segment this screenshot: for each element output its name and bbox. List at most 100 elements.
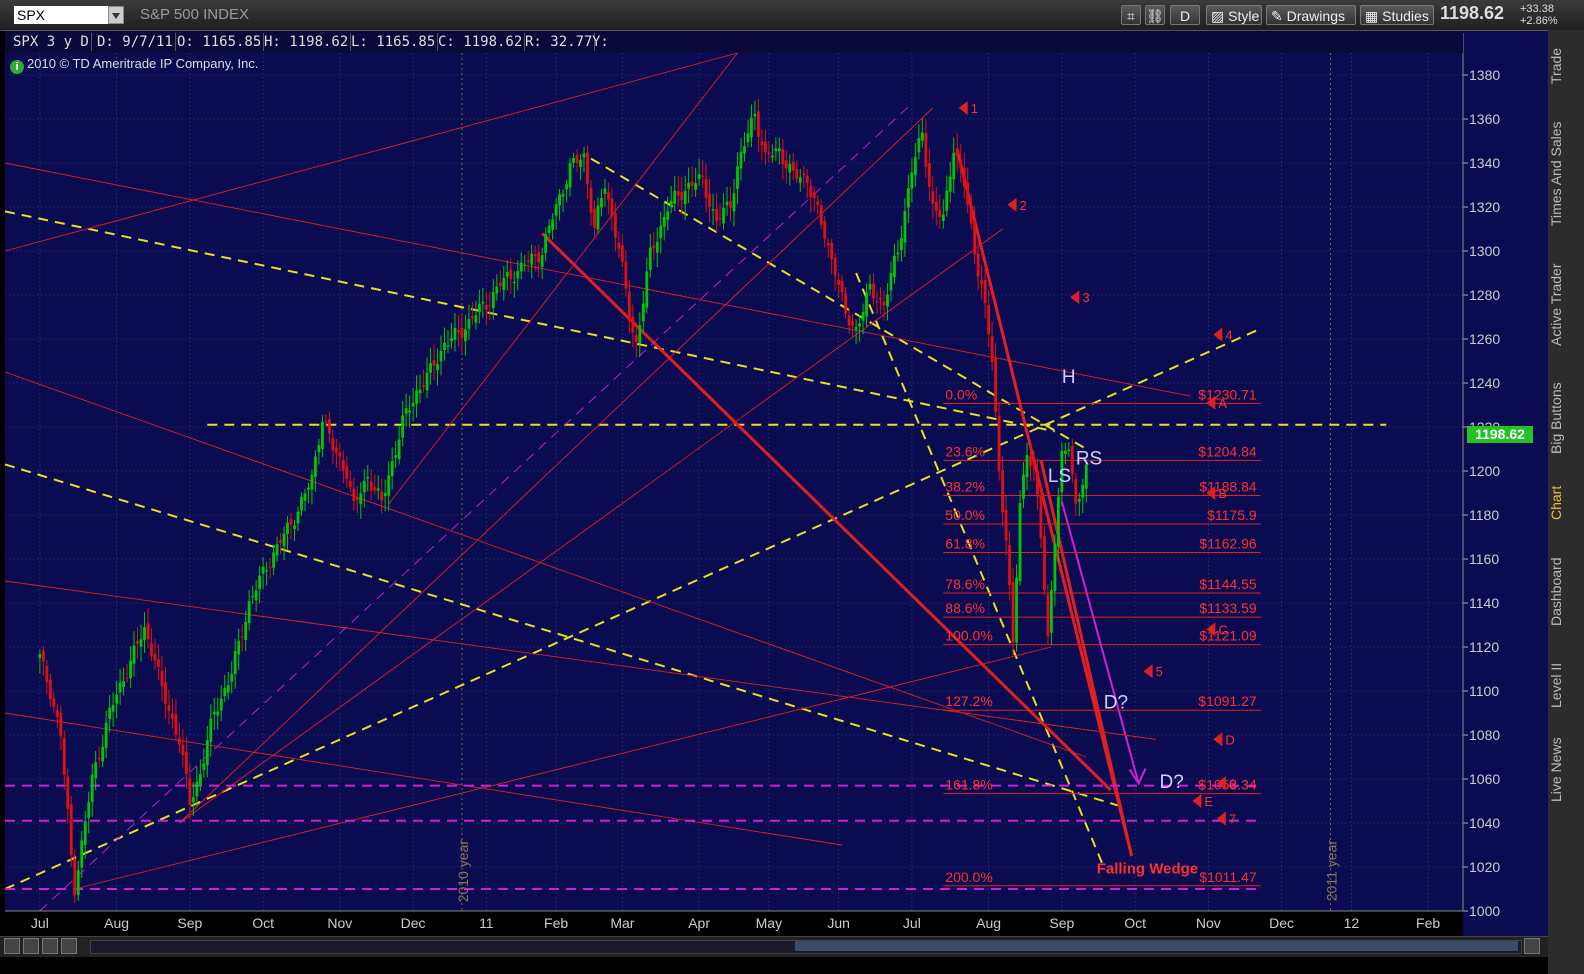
wave-marker-label: D [1225, 732, 1234, 747]
fib-percent-label: 78.6% [945, 576, 985, 592]
candle-body [798, 177, 802, 183]
price-chart[interactable]: 2010 year 2011 year 0.0% $1230.71 23.6% $120… [0, 0, 1548, 936]
candle-body [1029, 456, 1032, 467]
scrollbar-thumb[interactable] [795, 941, 1518, 951]
candle-body [704, 179, 708, 199]
candle-body [875, 301, 879, 303]
candle-body [73, 858, 77, 896]
style-label: Style [1228, 8, 1260, 24]
candle-body [429, 363, 432, 373]
fib-price-label: $1011.47 [1199, 869, 1257, 885]
x-tick-label: Feb [544, 915, 568, 931]
style-button[interactable]: ▨ Style [1206, 5, 1262, 25]
candle-body [858, 323, 861, 327]
wave-marker-label: 7 [1229, 812, 1236, 827]
symbol-input[interactable]: SPX [14, 6, 108, 24]
info-bar: SPX 3 y D D: 9/7/11 O: 1165.85 H: 1198.6… [5, 31, 1463, 53]
candle-body [795, 168, 799, 179]
chart-annotation: Falling Wedge [1097, 861, 1198, 878]
tab-live-news[interactable]: Live News [1548, 730, 1584, 810]
x-tick-label: Mar [610, 915, 634, 931]
candle-body [697, 174, 701, 180]
candle-body [69, 804, 73, 855]
candle-body [1074, 479, 1078, 504]
candle-body [230, 674, 234, 682]
candle-body [994, 357, 998, 412]
symbol-dropdown-button[interactable] [108, 6, 124, 24]
tab-active-trader[interactable]: Active Trader [1548, 252, 1584, 358]
wave-marker-label: 4 [1225, 328, 1232, 343]
tab-level-ii[interactable]: Level II [1548, 652, 1584, 718]
y-tick-label: 1180 [1469, 507, 1499, 523]
candle-body [830, 242, 834, 259]
tab-big-buttons[interactable]: Big Buttons [1548, 370, 1584, 466]
x-tick-label: Jun [827, 915, 850, 931]
fib-price-label: $1133.59 [1199, 600, 1257, 616]
candle-body [927, 163, 931, 187]
candle-body [125, 677, 129, 679]
tab-trade[interactable]: Trade [1548, 38, 1584, 94]
candle-body [244, 622, 248, 641]
x-tick-label: Oct [252, 915, 274, 931]
candle-body [209, 718, 213, 743]
period-button[interactable]: D [1170, 5, 1200, 25]
candle-body [509, 269, 513, 279]
tab-times-and-sales[interactable]: Times And Sales [1548, 108, 1584, 240]
candle-body [784, 160, 788, 169]
year-label: 2010 year [455, 840, 471, 903]
candle-body [736, 166, 739, 190]
candle-body [1008, 544, 1011, 586]
candle-body [924, 133, 928, 167]
candle-body [453, 328, 457, 340]
copyright-notice: i 2010 © TD Ameritrade IP Company, Inc. [10, 56, 258, 74]
y-tick-label: 1000 [1469, 903, 1500, 919]
candle-body [540, 255, 544, 267]
candle-body [59, 712, 63, 737]
candle-body [293, 525, 296, 530]
candle-body [655, 241, 659, 253]
candle-body [739, 151, 743, 169]
drawings-button[interactable]: ✎ Drawings [1266, 5, 1356, 25]
candle-body [310, 474, 314, 490]
fib-percent-label: 200.0% [945, 869, 992, 885]
info-y: Y: [592, 34, 609, 50]
grid-icon[interactable] [4, 938, 20, 954]
y-tick-label: 1060 [1469, 771, 1500, 787]
zoom-in-icon[interactable] [23, 938, 39, 954]
info-icon[interactable]: i [10, 60, 24, 74]
studies-label: Studies [1382, 8, 1429, 24]
candle-body [216, 711, 220, 716]
studies-icon: ▦ [1365, 8, 1379, 24]
studies-button[interactable]: ▦ Studies [1360, 5, 1434, 25]
candle-body [52, 698, 56, 707]
candle-body [104, 722, 108, 748]
candle-body [258, 575, 262, 589]
wave-marker-label: B [1218, 486, 1227, 501]
fib-percent-label: 38.2% [945, 479, 985, 495]
link-icon[interactable]: ⛓ [1145, 5, 1165, 25]
candle-body [1032, 462, 1036, 466]
candle-body [952, 152, 956, 180]
candle-body [910, 172, 914, 189]
candle-body [83, 821, 87, 845]
candle-body [202, 763, 206, 770]
drawing-pen-icon[interactable] [61, 938, 77, 954]
candle-body [687, 182, 691, 189]
tab-chart[interactable]: Chart [1548, 476, 1584, 530]
candle-body [425, 372, 429, 391]
candle-body [66, 776, 70, 809]
candle-body [896, 252, 900, 255]
info-period[interactable]: SPX 3 y D [11, 33, 92, 51]
x-tick-label: 11 [479, 915, 494, 931]
candle-body [638, 325, 642, 344]
fib-price-label: $1175.9 [1207, 507, 1257, 523]
info-open: O: 1165.85 [175, 33, 265, 51]
expand-icon[interactable] [1524, 938, 1540, 954]
candle-body [669, 200, 673, 207]
chart-tool-icon[interactable]: ⌗ [1121, 5, 1141, 25]
candle-body [446, 345, 450, 347]
candle-body [645, 271, 649, 308]
candle-body [948, 176, 952, 192]
zoom-out-icon[interactable] [42, 938, 58, 954]
tab-dashboard[interactable]: Dashboard [1548, 544, 1584, 640]
